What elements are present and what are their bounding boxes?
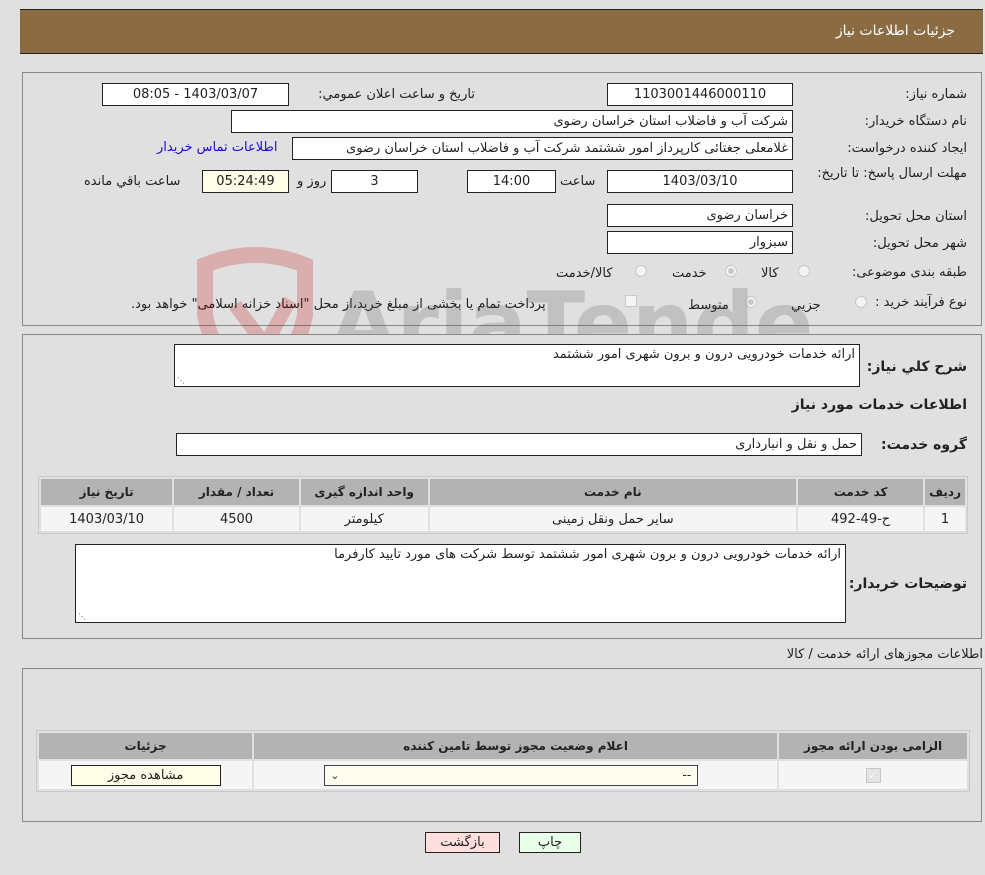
cell-row-number: 1	[925, 507, 965, 531]
need-number-field: 1103001446000110	[607, 83, 793, 106]
summary-textarea[interactable]: ارائه خدمات خودرويی درون و برون شهری امو…	[174, 344, 860, 387]
permits-title: اطلاعات مجوزهای ارائه خدمت / کالا	[786, 647, 983, 662]
cell-quantity: 4500	[174, 507, 299, 531]
need-number-label: شماره نیاز:	[905, 87, 967, 102]
buyer-org-field: شرکت آب و فاضلاب استان خراسان رضوی	[231, 110, 793, 133]
col-permit-status: اعلام وضعيت مجوز توسط تامين کننده	[254, 733, 778, 759]
category-option-goods-service: کالا/خدمت	[556, 266, 613, 281]
deadline-label: مهلت ارسال پاسخ: تا تاريخ:	[817, 166, 967, 181]
permits-table: الزامی بودن ارائه مجوز اعلام وضعيت مجوز …	[36, 730, 970, 792]
remaining-time-field: 05:24:49	[202, 170, 289, 193]
col-permit-details: جزئيات	[39, 733, 253, 759]
chevron-down-icon: ⌄	[330, 768, 340, 782]
remaining-days-label: روز و	[297, 174, 327, 189]
deadline-time-field: 14:00	[467, 170, 556, 193]
announce-datetime-field: 1403/03/07 - 08:05	[102, 83, 289, 106]
remaining-time-label: ساعت باقي مانده	[84, 174, 181, 189]
cell-need-date: 1403/03/10	[41, 507, 173, 531]
resize-handle-icon[interactable]: ⋰	[177, 376, 185, 385]
print-button[interactable]: چاپ	[519, 832, 581, 853]
process-option-minor: جزيي	[791, 298, 821, 313]
category-radio-service[interactable]	[725, 265, 737, 277]
cell-unit: کيلومتر	[300, 507, 428, 531]
category-option-service: خدمت	[672, 266, 707, 281]
permit-status-select[interactable]: -- ⌄	[324, 764, 699, 786]
category-label: طبقه بندی موضوعی:	[851, 265, 967, 280]
col-row-number: رديف	[925, 479, 965, 505]
services-heading: اطلاعات خدمات مورد نياز	[791, 397, 967, 413]
buyer-contact-link[interactable]: اطلاعات تماس خريدار	[157, 140, 277, 155]
delivery-city-field: سبزوار	[607, 231, 793, 254]
view-permit-button[interactable]: مشاهده مجوز	[70, 764, 221, 786]
cell-service-name: ساير حمل ونقل زمينی	[429, 507, 797, 531]
delivery-province-label: استان محل تحويل:	[865, 209, 967, 224]
back-button[interactable]: بازگشت	[425, 832, 500, 853]
cell-service-code: ح-49-492	[798, 507, 924, 531]
col-service-name: نام خدمت	[429, 479, 797, 505]
requester-label: ايجاد كننده درخواست:	[847, 141, 967, 156]
col-need-date: تاريخ نياز	[41, 479, 173, 505]
table-row: ✓ -- ⌄ مشاهده مجوز	[39, 761, 967, 789]
buyer-org-label: نام دستگاه خريدار:	[864, 114, 967, 129]
deadline-date-field: 1403/03/10	[607, 170, 793, 193]
col-service-code: کد خدمت	[798, 479, 924, 505]
summary-label: شرح کلي نياز:	[866, 359, 967, 375]
category-radio-goods-service[interactable]	[635, 265, 647, 277]
col-quantity: تعداد / مقدار	[174, 479, 299, 505]
page-title: جزئیات اطلاعات نیاز	[835, 23, 955, 39]
process-option-medium: متوسط	[688, 298, 729, 313]
service-group-label: گروه خدمت:	[881, 437, 967, 453]
process-radio-medium[interactable]	[745, 296, 757, 308]
treasury-checkbox[interactable]	[625, 295, 637, 307]
services-table: رديف کد خدمت نام خدمت واحد اندازه گيری ت…	[38, 476, 968, 534]
deadline-time-label: ساعت	[560, 174, 596, 189]
category-radio-goods[interactable]	[798, 265, 810, 277]
delivery-city-label: شهر محل تحويل:	[872, 236, 967, 251]
buyer-notes-label: توضيحات خريدار:	[848, 576, 967, 592]
table-row: 1 ح-49-492 ساير حمل ونقل زمينی کيلومتر 4…	[41, 507, 965, 531]
cell-permit-required: ✓	[779, 761, 967, 789]
page-header: جزئیات اطلاعات نیاز	[20, 9, 983, 54]
permit-required-checkbox[interactable]: ✓	[865, 767, 881, 783]
resize-handle-icon[interactable]: ⋰	[78, 612, 86, 621]
permits-table-header: الزامی بودن ارائه مجوز اعلام وضعيت مجوز …	[39, 733, 967, 759]
delivery-province-field: خراسان رضوی	[607, 204, 793, 227]
remaining-days-field: 3	[331, 170, 418, 193]
treasury-note: پرداخت تمام يا بخشی از مبلغ خريد،از محل …	[131, 297, 546, 312]
col-permit-required: الزامی بودن ارائه مجوز	[779, 733, 967, 759]
requester-field: غلامعلی جغتائی کارپرداز امور ششتمد شرکت …	[292, 137, 793, 160]
cell-permit-status: -- ⌄	[254, 761, 778, 789]
summary-text: ارائه خدمات خودرويی درون و برون شهری امو…	[552, 347, 855, 362]
announce-datetime-label: تاریخ و ساعت اعلان عمومي:	[318, 87, 475, 102]
category-option-goods: کالا	[761, 266, 779, 281]
process-type-label: نوع فرآيند خريد :	[875, 295, 967, 310]
services-table-header: رديف کد خدمت نام خدمت واحد اندازه گيری ت…	[41, 479, 965, 505]
permit-status-value: --	[682, 767, 692, 782]
buyer-notes-text: ارائه خدمات خودرويی درون و برون شهری امو…	[334, 547, 841, 562]
service-group-field: حمل و نقل و انبارداری	[176, 433, 862, 456]
process-radio-minor[interactable]	[855, 296, 867, 308]
buyer-notes-textarea[interactable]: ارائه خدمات خودرويی درون و برون شهری امو…	[75, 544, 846, 623]
cell-permit-details: مشاهده مجوز	[39, 761, 253, 789]
col-unit: واحد اندازه گيری	[300, 479, 428, 505]
